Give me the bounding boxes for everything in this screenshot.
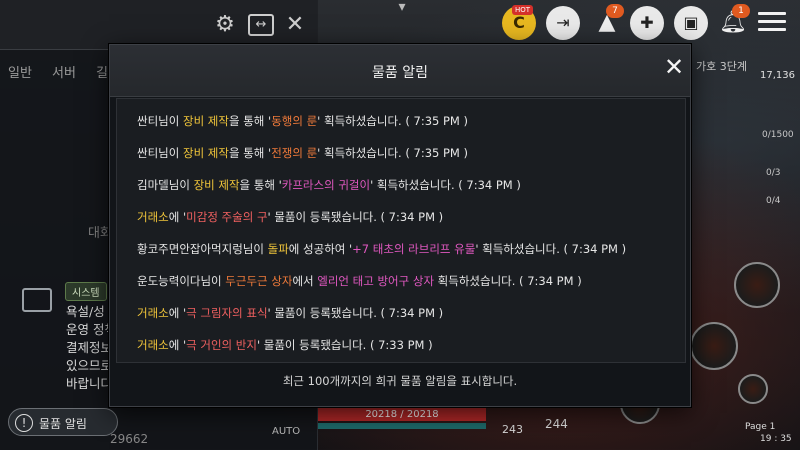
monitor-icon <box>22 288 52 312</box>
system-badge: 시스템 <box>65 282 107 301</box>
side-count: 0/3 <box>766 168 781 178</box>
list-item: 싼티님이 장비 제작을 통해 '전쟁의 룬' 획득하셨습니다. ( 7:35 P… <box>137 146 468 160</box>
list-item: 황코주면안잡아먹지렁님이 돌파에 성공하여 '+7 태초의 라브리프 유물' 획… <box>137 242 627 256</box>
alert-icon: ! <box>15 414 33 432</box>
modal-footer-note: 최근 100개까지의 희귀 물품 알림을 표시합니다. <box>282 374 518 388</box>
level-text: 가호 3단계 <box>696 60 747 73</box>
list-item: 김마델님이 장비 제작을 통해 '카프라스의 귀걸이' 획득하셨습니다. ( 7… <box>137 178 521 192</box>
side-count: 0/1500 <box>762 130 794 140</box>
item-alert-button[interactable]: ! 물품 알림 <box>8 408 118 436</box>
stat-number: 244 <box>545 417 568 431</box>
skill-button[interactable] <box>738 374 768 404</box>
mp-bar <box>318 423 486 429</box>
menu-icon[interactable] <box>758 10 786 34</box>
stat-number: 243 <box>502 423 523 436</box>
close-icon[interactable]: ✕ <box>282 12 308 38</box>
gear-icon[interactable]: ⚙ <box>212 12 238 38</box>
system-line: 욕설/성 <box>66 304 105 319</box>
storage-icon[interactable]: ▣ <box>674 6 708 40</box>
tab-guild[interactable]: 길 <box>96 62 108 81</box>
modal-header: 물품 알림 ✕ <box>110 45 690 97</box>
list-item: 거래소에 '극 그림자의 표식' 물품이 등록됐습니다. ( 7:34 PM ) <box>137 306 444 320</box>
list-item: 거래소에 '극 거인의 반지' 물품이 등록됐습니다. ( 7:33 PM ) <box>137 338 433 352</box>
shield-icon[interactable]: ✚ <box>630 6 664 40</box>
resize-icon[interactable]: ↔ <box>248 14 274 36</box>
close-icon[interactable]: ✕ <box>662 55 686 79</box>
level-number: 17,136 <box>760 70 795 81</box>
system-line: 바랍니다 <box>66 376 113 391</box>
modal-title: 물품 알림 <box>372 65 428 81</box>
list-item: 싼티님이 장비 제작을 통해 '동행의 룬' 획득하셨습니다. ( 7:35 P… <box>137 114 468 128</box>
system-line: 결제정보 <box>66 340 113 355</box>
tab-server[interactable]: 서버 <box>52 62 76 81</box>
list-item: 거래소에 '미감정 주술의 구' 물품이 등록됐습니다. ( 7:34 PM ) <box>137 210 444 224</box>
chat-toolbar: ⚙ ↔ ✕ <box>0 0 318 50</box>
skill-button[interactable] <box>690 322 738 370</box>
auto-button[interactable]: AUTO <box>272 426 300 437</box>
chevron-down-icon[interactable]: ▾ <box>392 0 412 14</box>
hot-badge: HOT <box>512 5 534 15</box>
side-count: 0/4 <box>766 196 781 206</box>
alert-list: 싼티님이 장비 제작을 통해 '동행의 룬' 획득하셨습니다. ( 7:35 P… <box>116 98 686 363</box>
bottom-stat: 29662 <box>110 432 149 446</box>
bell-badge: 1 <box>732 4 750 18</box>
exit-icon[interactable]: ⇥ <box>546 6 580 40</box>
clock: 19 : 35 <box>760 434 792 444</box>
hp-text: 20218 / 20218 <box>365 409 439 420</box>
skill-button[interactable] <box>734 262 780 308</box>
item-alert-modal: 물품 알림 ✕ 싼티님이 장비 제작을 통해 '동행의 룬' 획득하셨습니다. … <box>109 44 691 407</box>
list-item: 운도능력이다님이 두근두근 상자에서 엘리언 태고 방어구 상자 획득하셨습니다… <box>137 274 582 288</box>
tab-general[interactable]: 일반 <box>8 62 32 81</box>
quest-badge: 7 <box>606 4 624 18</box>
system-line: 있으므로 <box>66 358 113 373</box>
page-label: Page 1 <box>745 422 776 432</box>
item-alert-label: 물품 알림 <box>39 417 87 431</box>
